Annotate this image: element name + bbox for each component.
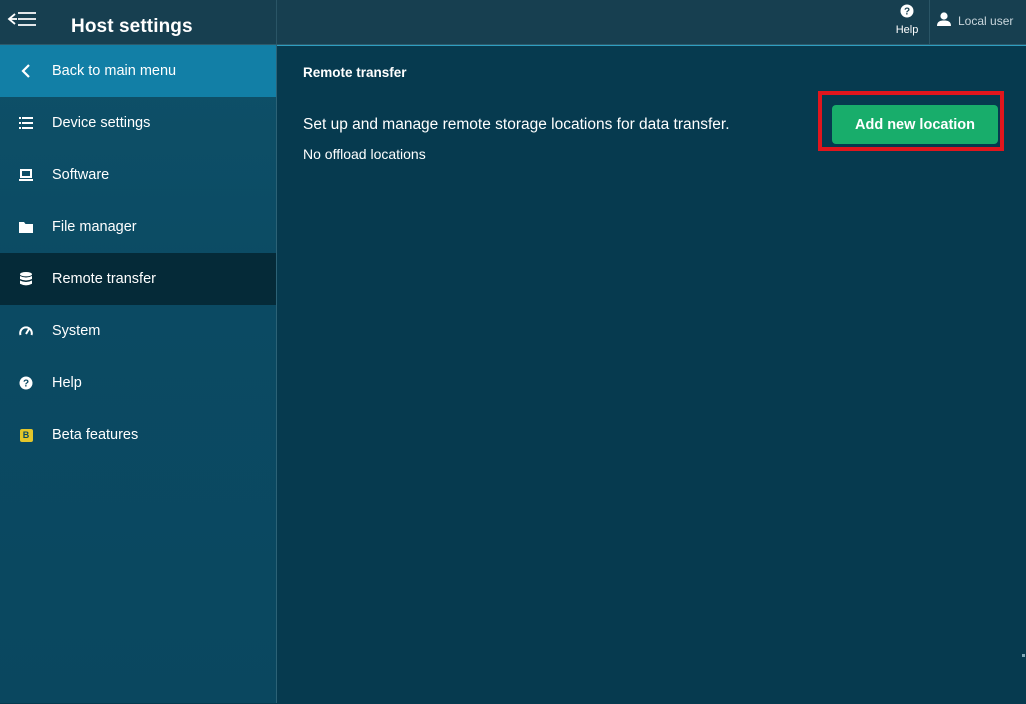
- empty-state-text: No offload locations: [303, 146, 426, 162]
- help-circle-icon: ?: [17, 374, 35, 392]
- sidebar: Back to main menu Device settings Softwa…: [0, 45, 277, 703]
- sidebar-item-label: Beta features: [52, 427, 139, 443]
- section-description: Set up and manage remote storage locatio…: [303, 116, 730, 133]
- chevron-left-icon: [17, 62, 35, 80]
- laptop-icon: [17, 166, 35, 184]
- sidebar-item-label: File manager: [52, 219, 137, 235]
- beta-badge-icon: B: [17, 426, 35, 444]
- main-content: Remote transfer Set up and manage remote…: [277, 45, 1026, 704]
- scrollbar-marker: [1022, 654, 1025, 657]
- gauge-icon: [17, 322, 35, 340]
- svg-text:?: ?: [23, 379, 29, 390]
- user-icon: [936, 11, 952, 32]
- collapse-menu-icon[interactable]: [6, 8, 38, 32]
- sidebar-item-beta-features[interactable]: B Beta features: [0, 409, 276, 461]
- database-icon: [17, 270, 35, 288]
- sidebar-item-label: System: [52, 323, 101, 339]
- help-button[interactable]: ? Help: [888, 4, 926, 40]
- sidebar-item-label: Help: [52, 375, 82, 391]
- sidebar-item-software[interactable]: Software: [0, 149, 276, 201]
- sidebar-item-label: Back to main menu: [52, 63, 177, 79]
- sidebar-item-remote-transfer[interactable]: Remote transfer: [0, 253, 276, 305]
- sidebar-item-label: Device settings: [52, 115, 151, 131]
- sidebar-item-help[interactable]: ? Help: [0, 357, 276, 409]
- help-circle-icon: ?: [900, 4, 914, 23]
- svg-text:?: ?: [904, 7, 910, 18]
- top-divider: [276, 0, 277, 44]
- add-new-location-button[interactable]: Add new location: [832, 105, 998, 144]
- section-title: Remote transfer: [303, 65, 407, 80]
- top-bar: Host settings ? Help Local user: [0, 0, 1026, 45]
- top-divider: [929, 0, 930, 44]
- sidebar-item-file-manager[interactable]: File manager: [0, 201, 276, 253]
- sidebar-item-system[interactable]: System: [0, 305, 276, 357]
- folder-icon: [17, 218, 35, 236]
- beta-badge-letter: B: [19, 428, 33, 442]
- help-label: Help: [895, 24, 919, 36]
- sidebar-item-label: Remote transfer: [52, 271, 156, 287]
- sidebar-item-label: Software: [52, 167, 110, 183]
- user-menu[interactable]: Local user: [936, 8, 1013, 34]
- sidebar-item-device-settings[interactable]: Device settings: [0, 97, 276, 149]
- page-title: Host settings: [71, 16, 193, 37]
- user-label: Local user: [958, 14, 1014, 28]
- sidebar-item-back-to-main-menu[interactable]: Back to main menu: [0, 45, 276, 97]
- list-icon: [17, 114, 35, 132]
